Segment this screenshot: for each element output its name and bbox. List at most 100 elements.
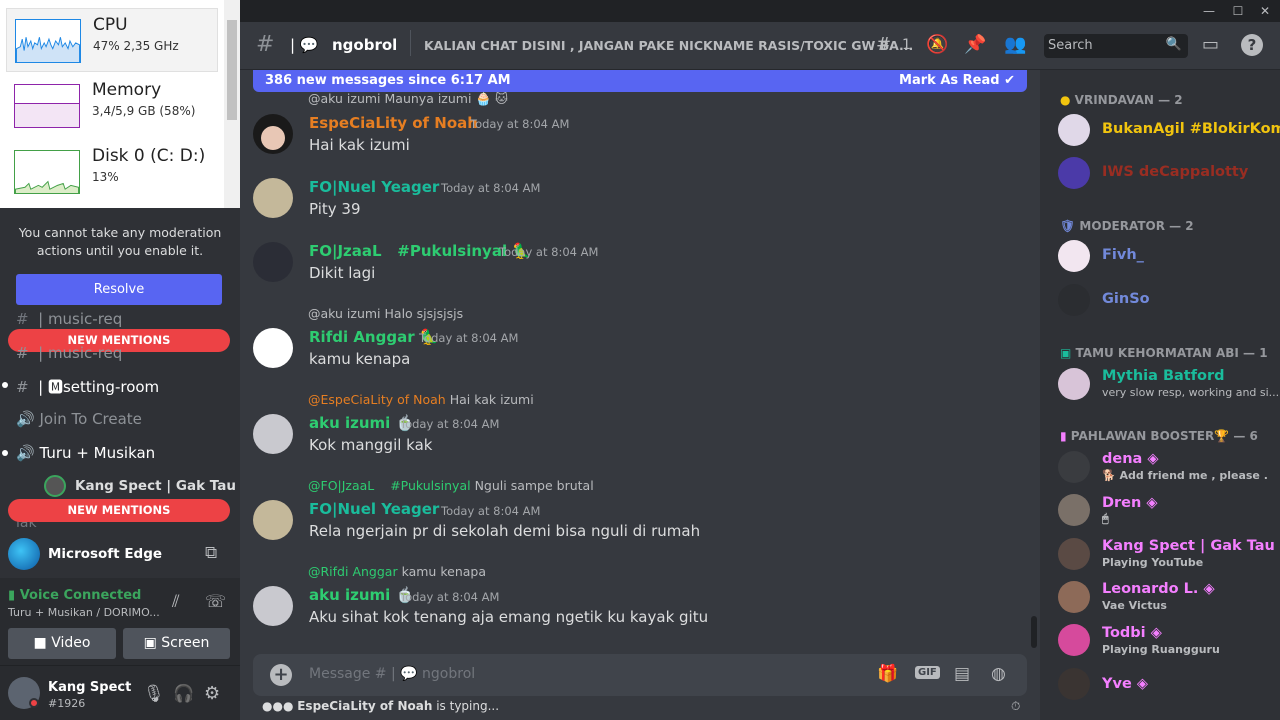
chat-scrollbar[interactable]: [1031, 616, 1037, 648]
microphone-icon[interactable]: 🎙: [143, 684, 165, 704]
inbox-icon[interactable]: ▭: [1202, 34, 1219, 55]
close-icon[interactable]: ✕: [1254, 2, 1276, 20]
threads-count: 1: [902, 37, 911, 53]
mark-as-read-button[interactable]: Mark As Read ✔: [899, 70, 1015, 92]
member-list-icon[interactable]: 👥: [1004, 34, 1026, 55]
voice-join-to-create[interactable]: 🔊 Join To Create: [16, 410, 142, 428]
notification-muted-icon[interactable]: 🔕: [926, 34, 948, 55]
reply-preview[interactable]: @FO|JzaaL #Pukulsinyal Nguli sampe bruta…: [308, 478, 594, 493]
avatar[interactable]: [1058, 114, 1090, 146]
noise-suppression-icon[interactable]: ⫽: [172, 592, 180, 612]
voice-channel[interactable]: Turu + Musikan / DORIMO...: [8, 606, 160, 619]
avatar[interactable]: [1058, 668, 1090, 700]
avatar[interactable]: [1058, 284, 1090, 316]
channel-setting-room[interactable]: # | 🅼setting-room: [16, 376, 159, 397]
avatar[interactable]: [1058, 451, 1090, 483]
member-status: Vae Victus: [1102, 599, 1167, 612]
memory-item[interactable]: Memory 3,4/5,9 GB (58%): [6, 74, 218, 138]
video-button[interactable]: ■ Video: [8, 628, 116, 659]
avatar[interactable]: [1058, 494, 1090, 526]
member-name[interactable]: Mythia Batford: [1102, 368, 1225, 384]
avatar[interactable]: [253, 328, 293, 368]
unread-dot: [2, 382, 8, 388]
minimize-icon[interactable]: —: [1198, 2, 1220, 20]
message-text: Pity 39: [309, 200, 361, 218]
screen-button[interactable]: ▣ Screen: [123, 628, 230, 659]
avatar[interactable]: [1058, 581, 1090, 613]
avatar[interactable]: [1058, 240, 1090, 272]
reply-preview[interactable]: @aku izumi Halo sjsjsjsjs: [308, 306, 463, 321]
avatar[interactable]: [253, 414, 293, 454]
message-text: Kok manggil kak: [309, 436, 433, 454]
avatar[interactable]: [1058, 368, 1090, 400]
avatar: [44, 475, 66, 497]
message-author[interactable]: FO|Nuel Yeager: [309, 500, 439, 518]
message-author[interactable]: FO|JzaaL #Pukulsinyal 🦜: [309, 242, 531, 260]
voice-member[interactable]: Kang Spect | Gak Tau: [75, 478, 236, 494]
member-name[interactable]: Leonardo L. ◈: [1102, 581, 1215, 597]
resolve-button[interactable]: Resolve: [16, 274, 222, 305]
voice-turu-musikan[interactable]: 🔊 Turu + Musikan: [16, 444, 155, 462]
headphones-icon[interactable]: 🎧: [173, 684, 194, 704]
member-name[interactable]: Fivh_: [1102, 247, 1144, 263]
user-tag: #1926: [48, 697, 86, 710]
member-status-icon: 🖱: [1102, 512, 1109, 525]
typing-indicator: ●●● EspeCiaLity of Noah is typing...: [262, 699, 500, 713]
member-name[interactable]: dena ◈: [1102, 451, 1159, 467]
help-icon[interactable]: ?: [1241, 34, 1263, 56]
message-timestamp: Today at 8:04 AM: [470, 117, 570, 131]
reply-preview[interactable]: @EspeCiaLity of Noah Hai kak izumi: [308, 392, 534, 407]
gear-icon[interactable]: ⚙: [204, 683, 220, 704]
member-name[interactable]: Kang Spect | Gak Tau ◈: [1102, 538, 1280, 554]
avatar[interactable]: [1058, 624, 1090, 656]
avatar[interactable]: [253, 114, 293, 154]
member-status: 🐕 Add friend me , please .: [1102, 469, 1268, 482]
sticker-icon[interactable]: ▤: [954, 664, 970, 684]
avatar[interactable]: [1058, 157, 1090, 189]
avatar[interactable]: [253, 178, 293, 218]
search-input[interactable]: Search 🔍: [1044, 34, 1188, 58]
disconnect-icon[interactable]: ☏: [205, 592, 226, 612]
gif-icon[interactable]: GIF: [915, 666, 940, 679]
member-name[interactable]: BukanAgil #BlokirKom...: [1102, 121, 1280, 137]
disk-item[interactable]: Disk 0 (C: D:) 13%: [6, 140, 218, 204]
avatar[interactable]: [253, 500, 293, 540]
message-text: Rela ngerjain pr di sekolah demi bisa ng…: [309, 522, 701, 540]
new-messages-banner[interactable]: 386 new messages since 6:17 AM Mark As R…: [253, 70, 1027, 92]
cpu-item[interactable]: CPU 47% 2,35 GHz: [6, 8, 218, 72]
avatar[interactable]: [253, 586, 293, 626]
message-author[interactable]: FO|Nuel Yeager: [309, 178, 439, 196]
emoji-icon[interactable]: ◍: [991, 664, 1006, 684]
reply-preview[interactable]: @aku izumi Maunya izumi 🧁 🐱: [308, 91, 508, 107]
reply-preview[interactable]: @Rifdi Anggar kamu kenapa: [308, 564, 486, 579]
member-name[interactable]: IWS deCappalotty: [1102, 164, 1248, 180]
gift-icon[interactable]: 🎁: [877, 664, 898, 684]
new-mentions-badge[interactable]: NEW MENTIONS: [8, 499, 230, 522]
message-timestamp: Today at 8:04 AM: [400, 590, 500, 604]
scrollbar-thumb[interactable]: [227, 20, 237, 120]
member-name[interactable]: Dren ◈: [1102, 495, 1158, 511]
channel-topic[interactable]: KALIAN CHAT DISINI , JANGAN PAKE NICKNAM…: [424, 38, 913, 53]
member-name[interactable]: Todbi ◈: [1102, 625, 1162, 641]
channel-music-req-2[interactable]: # | music-req: [16, 344, 122, 362]
channel-music-req[interactable]: # | music-req: [16, 310, 122, 328]
message-author[interactable]: aku izumi 🍵: [309, 414, 414, 432]
pin-icon[interactable]: 📌: [964, 34, 986, 55]
avatar[interactable]: [253, 242, 293, 282]
message-timestamp: Today at 8:04 AM: [400, 417, 500, 431]
add-attachment-icon[interactable]: +: [270, 664, 292, 686]
threads-icon[interactable]: #: [876, 34, 891, 55]
member-name[interactable]: Yve ◈: [1102, 676, 1148, 692]
message-text: Hai kak izumi: [309, 136, 410, 154]
screen-share-icon[interactable]: ⧉: [205, 543, 217, 563]
maximize-icon[interactable]: ☐: [1227, 2, 1249, 20]
message-author[interactable]: aku izumi 🍵: [309, 586, 414, 604]
boost-icon: ◈: [1146, 495, 1158, 511]
avatar[interactable]: [1058, 538, 1090, 570]
message-author[interactable]: EspeCiaLity of Noah: [309, 114, 478, 132]
task-manager-overlay: CPU 47% 2,35 GHz Memory 3,4/5,9 GB (58%)…: [0, 0, 240, 208]
message-input[interactable]: + Message # | 💬 ngobrol 🎁 GIF ▤ ◍: [253, 654, 1027, 696]
member-name[interactable]: GinSo: [1102, 291, 1150, 307]
username: Kang Spect: [48, 680, 132, 695]
speaker-icon: 🔊: [16, 410, 35, 428]
